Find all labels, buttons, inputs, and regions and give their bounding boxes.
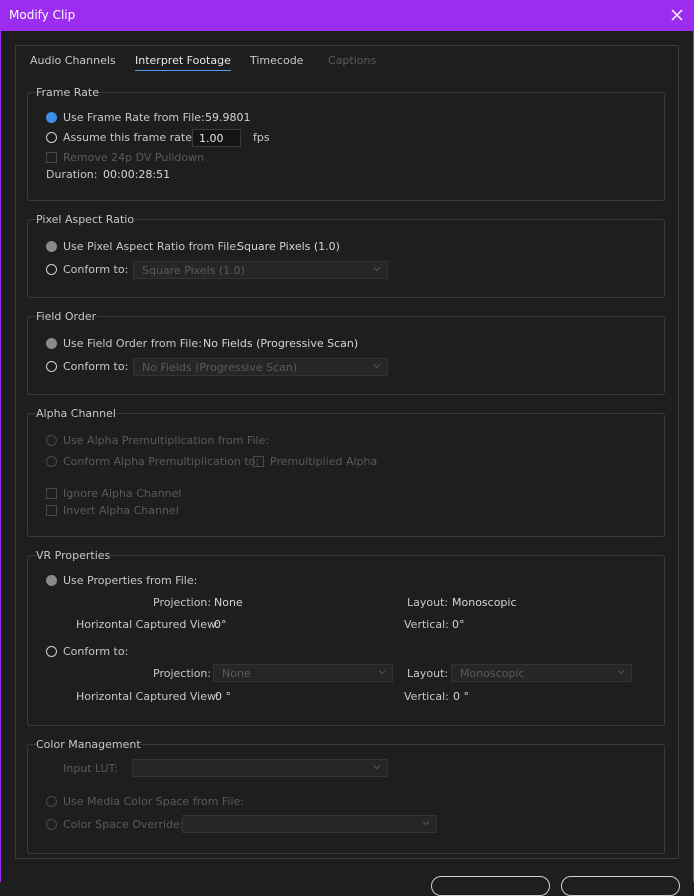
vr-projection-value: None [214, 596, 243, 609]
field-order-heading: Field Order [36, 310, 97, 323]
conform-hview-value: 0 ° [215, 690, 231, 703]
window-title: Modify Clip [9, 8, 76, 22]
use-frame-rate-radio[interactable] [46, 112, 57, 123]
duration-label: Duration: [46, 168, 98, 181]
use-vr-properties-label: Use Properties from File: [63, 574, 198, 587]
input-lut-dropdown [132, 759, 388, 777]
remove-pulldown-checkbox [46, 152, 57, 163]
conform-vr-label: Conform to: [63, 645, 129, 658]
ignore-alpha-checkbox [46, 488, 57, 499]
conform-alpha-premult-radio [46, 456, 57, 467]
frame-rate-group [27, 92, 665, 201]
chevron-down-icon [373, 267, 381, 272]
pixel-aspect-file-value: Square Pixels (1.0) [237, 240, 340, 253]
field-order-dropdown: No Fields (Progressive Scan) [133, 358, 388, 376]
use-vr-properties-radio[interactable] [46, 575, 57, 586]
conform-pixel-aspect-label: Conform to: [63, 263, 129, 276]
duration-value: 00:00:28:51 [103, 168, 171, 181]
vr-vertical-label: Vertical: [404, 618, 449, 631]
ok-button[interactable] [431, 876, 550, 896]
chevron-down-icon [617, 670, 625, 675]
conform-vertical-value: 0 ° [453, 690, 469, 703]
use-field-order-radio[interactable] [46, 338, 57, 349]
assume-frame-rate-label: Assume this frame rate: [63, 131, 196, 144]
vr-properties-heading: VR Properties [36, 549, 111, 562]
color-override-radio [46, 819, 57, 830]
vr-hview-label: Horizontal Captured View: [76, 618, 220, 631]
color-management-heading: Color Management [36, 738, 141, 751]
use-field-order-label: Use Field Order from File: [63, 337, 202, 350]
conform-layout-dropdown: Monoscopic [451, 664, 632, 682]
use-alpha-premult-label: Use Alpha Premultiplication from File: [63, 434, 270, 447]
conform-field-order-radio[interactable] [46, 361, 57, 372]
color-override-dropdown [182, 815, 437, 833]
vr-layout-label: Layout: [407, 596, 449, 609]
remove-pulldown-label: Remove 24p DV Pulldown [63, 151, 205, 164]
assume-frame-rate-radio[interactable] [46, 132, 57, 143]
field-order-group [27, 316, 665, 395]
pixel-aspect-dropdown-value: Square Pixels (1.0) [142, 264, 245, 277]
use-media-color-label: Use Media Color Space from File: [63, 795, 245, 808]
ignore-alpha-label: Ignore Alpha Channel [63, 487, 182, 500]
tab-interpret-footage[interactable]: Interpret Footage [135, 54, 231, 71]
file-frame-rate-value: 59.9801 [205, 111, 251, 124]
fps-unit-label: fps [253, 131, 270, 144]
vr-projection-label: Projection: [153, 596, 212, 609]
frame-rate-input[interactable]: 1.00 [192, 129, 241, 147]
invert-alpha-label: Invert Alpha Channel [63, 504, 179, 517]
tab-audio-channels[interactable]: Audio Channels [30, 54, 116, 67]
conform-projection-dropdown: None [213, 664, 393, 682]
vr-vertical-value: 0° [452, 618, 465, 631]
chevron-down-icon [378, 670, 386, 675]
conform-layout-value: Monoscopic [460, 667, 525, 680]
conform-layout-label: Layout: [407, 667, 449, 680]
conform-alpha-premult-label: Conform Alpha Premultiplication to: [63, 455, 260, 468]
chevron-down-icon [373, 364, 381, 369]
chevron-down-icon [373, 765, 381, 770]
conform-vr-radio[interactable] [46, 646, 57, 657]
pixel-aspect-heading: Pixel Aspect Ratio [36, 213, 135, 226]
conform-vertical-label: Vertical: [404, 690, 449, 703]
cancel-button[interactable] [561, 876, 680, 896]
vr-hview-value: 0° [214, 618, 227, 631]
input-lut-label: Input LUT: [63, 762, 118, 775]
frame-rate-heading: Frame Rate [36, 86, 99, 99]
use-pixel-aspect-label: Use Pixel Aspect Ratio from File: [63, 240, 240, 253]
alpha-channel-heading: Alpha Channel [36, 407, 116, 420]
pixel-aspect-group [27, 219, 665, 298]
field-order-file-value: No Fields (Progressive Scan) [203, 337, 359, 350]
pixel-aspect-dropdown: Square Pixels (1.0) [133, 261, 388, 279]
premultiplied-alpha-checkbox [253, 456, 264, 467]
invert-alpha-checkbox [46, 505, 57, 516]
vr-layout-value: Monoscopic [452, 596, 517, 609]
field-order-dropdown-value: No Fields (Progressive Scan) [142, 361, 298, 374]
use-media-color-radio [46, 796, 57, 807]
conform-field-order-label: Conform to: [63, 360, 129, 373]
conform-projection-label: Projection: [153, 667, 212, 680]
color-override-label: Color Space Override: [63, 818, 184, 831]
chevron-down-icon [422, 821, 430, 826]
alpha-channel-group [27, 413, 665, 537]
tab-captions: Captions [328, 54, 377, 67]
tab-timecode[interactable]: Timecode [250, 54, 303, 67]
use-alpha-premult-radio [46, 435, 57, 446]
conform-pixel-aspect-radio[interactable] [46, 264, 57, 275]
conform-hview-label: Horizontal Captured View: [76, 690, 220, 703]
premultiplied-alpha-label: Premultiplied Alpha [270, 455, 378, 468]
use-pixel-aspect-radio[interactable] [46, 241, 57, 252]
close-icon[interactable] [666, 4, 688, 26]
use-frame-rate-label: Use Frame Rate from File: [63, 111, 205, 124]
conform-projection-value: None [222, 667, 251, 680]
title-bar: Modify Clip [0, 0, 694, 31]
